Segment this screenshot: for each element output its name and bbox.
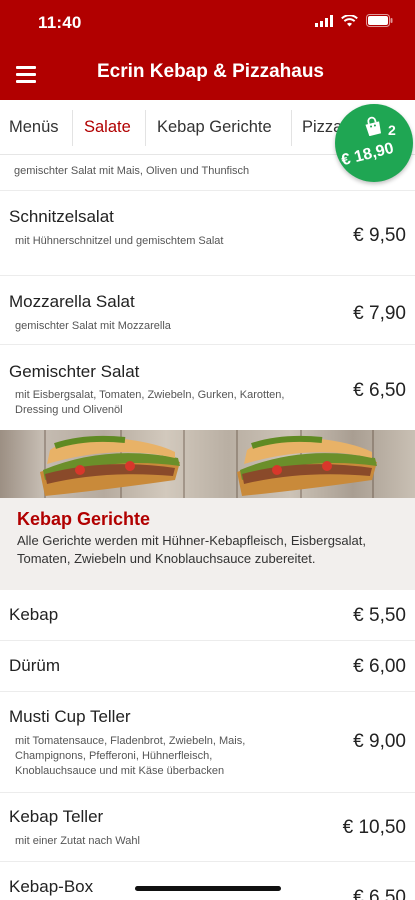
item-price: € 10,50 xyxy=(342,817,406,838)
shopping-bag-icon xyxy=(365,116,381,136)
menu-item-durum[interactable]: Dürüm € 6,00 xyxy=(0,641,415,691)
item-description: gemischter Salat mit Mozzarella xyxy=(15,320,171,332)
status-time: 11:40 xyxy=(38,13,82,32)
item-description: mit einer Zutat nach Wahl xyxy=(15,835,140,847)
status-icons xyxy=(315,14,393,27)
kebap-sandwich-image xyxy=(40,435,180,496)
item-description: mit Tomatensauce, Fladenbrot, Zwiebeln, … xyxy=(15,735,246,777)
tab-divider xyxy=(145,110,146,146)
item-name: Gemischter Salat xyxy=(9,362,140,381)
cart-total: € 18,90 xyxy=(339,139,396,170)
tab-divider xyxy=(72,110,73,146)
item-name: Kebap xyxy=(9,605,59,624)
section-title: Kebap Gerichte xyxy=(17,509,151,529)
battery-icon xyxy=(366,14,393,27)
menu-item-mozzarella-salat[interactable]: Mozzarella Salat gemischter Salat mit Mo… xyxy=(0,276,415,344)
menu-item-kebap-box[interactable]: Kebap-Box € 6,50 xyxy=(0,862,415,900)
section-header-kebap-gerichte: Kebap Gerichte Alle Gerichte werden mit … xyxy=(0,498,415,590)
item-price: € 6,00 xyxy=(353,656,406,677)
tab-kebap-gerichte[interactable]: Kebap Gerichte xyxy=(157,100,272,154)
app-title: Ecrin Kebap & Pizzahaus xyxy=(96,61,324,82)
menu-item-kebap-teller[interactable]: Kebap Teller mit einer Zutat nach Wahl €… xyxy=(0,793,415,861)
wifi-icon xyxy=(341,14,358,26)
kebap-banner-image xyxy=(0,430,415,498)
menu-item-kebap[interactable]: Kebap € 5,50 xyxy=(0,590,415,640)
item-price: € 9,00 xyxy=(353,731,406,752)
item-price: € 6,50 xyxy=(353,887,406,900)
item-name: Kebap-Box xyxy=(9,877,94,896)
menu-item-musti-cup-teller[interactable]: Musti Cup Teller mit Tomatensauce, Flade… xyxy=(0,692,415,792)
item-description: mit Hühnerschnitzel und gemischtem Salat xyxy=(15,235,224,247)
home-indicator[interactable] xyxy=(135,886,281,891)
signal-icon xyxy=(315,14,333,27)
item-description: mit Eisbergsalat, Tomaten, Zwiebeln, Gur… xyxy=(15,389,285,416)
item-name: Schnitzelsalat xyxy=(9,207,114,226)
menu-item-gemischter-salat[interactable]: Gemischter Salat mit Eisbergsalat, Tomat… xyxy=(0,345,415,430)
item-name: Mozzarella Salat xyxy=(9,292,135,311)
app-bar: Ecrin Kebap & Pizzahaus xyxy=(0,48,415,100)
item-price: € 5,50 xyxy=(353,605,406,626)
tab-divider xyxy=(291,110,292,146)
item-price: € 9,50 xyxy=(353,225,406,246)
item-name: Musti Cup Teller xyxy=(9,707,131,726)
section-description: Alle Gerichte werden mit Hühner-Kebapfle… xyxy=(17,533,367,566)
partial-item-description: gemischter Salat mit Mais, Oliven und Th… xyxy=(14,165,250,177)
tab-salate[interactable]: Salate xyxy=(84,100,131,154)
menu-item-schnitzelsalat[interactable]: Schnitzelsalat mit Hühnerschnitzel und g… xyxy=(0,191,415,275)
status-bar: 11:40 xyxy=(0,0,415,48)
item-name: Kebap Teller xyxy=(9,807,104,826)
item-name: Dürüm xyxy=(9,656,61,675)
cart-item-count: 2 xyxy=(388,122,396,138)
kebap-sandwich-image xyxy=(237,435,377,496)
item-price: € 6,50 xyxy=(353,380,406,401)
tab-menus[interactable]: Menüs xyxy=(9,100,59,154)
item-price: € 7,90 xyxy=(353,303,406,324)
cart-button[interactable]: 2 € 18,90 xyxy=(335,104,413,182)
